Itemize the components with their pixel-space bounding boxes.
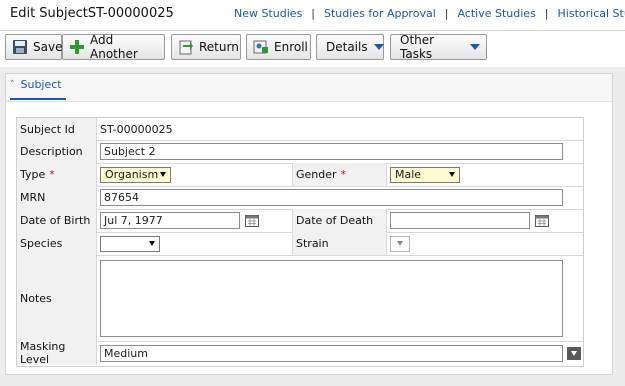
description-input[interactable]: Subject 2 xyxy=(100,143,563,160)
mrn-label: MRN xyxy=(17,186,97,209)
gender-cell: Male xyxy=(387,163,583,186)
add-another-label: Add Another xyxy=(90,33,138,61)
dob-cell: Jul 7, 1977 xyxy=(97,209,293,232)
form-row-masking: Masking Level Medium xyxy=(17,340,583,366)
dob-label: Date of Birth xyxy=(17,209,97,232)
calendar-icon[interactable] xyxy=(245,214,259,227)
tab-active-indicator xyxy=(10,98,66,100)
form-row-species-strain: Species Strain xyxy=(17,232,583,256)
add-icon xyxy=(69,39,85,55)
page-header: Edit SubjectST-00000025 New Studies | Stud… xyxy=(0,0,625,30)
page-title: Edit SubjectST-00000025 xyxy=(10,6,174,21)
subject-id-value: ST-00000025 xyxy=(100,122,173,136)
dropdown-caret-icon xyxy=(571,350,577,356)
type-label-cell: Type * xyxy=(17,163,97,186)
chevron-up-icon: ˄ xyxy=(10,79,15,90)
return-button[interactable]: Return xyxy=(171,34,241,60)
form-row-dates: Date of Birth Jul 7, 1977 Date of Death xyxy=(17,209,583,233)
tab-subject-label: Subject xyxy=(20,78,62,91)
other-tasks-dropdown[interactable]: Other Tasks xyxy=(390,33,487,61)
nav-historical-studies[interactable]: Historical Stud xyxy=(558,7,625,20)
dropdown-caret-icon xyxy=(149,241,155,246)
subject-form: Subject Id ST-00000025 Description Subje… xyxy=(16,117,584,367)
notes-label: Notes xyxy=(17,255,97,341)
details-label: Details xyxy=(326,40,368,54)
nav-separator: | xyxy=(311,7,316,20)
toolbar: Save Add Another Return Enroll Details O… xyxy=(0,31,625,67)
return-icon xyxy=(178,39,194,55)
species-select[interactable] xyxy=(100,235,160,252)
tab-subject[interactable]: ˄ Subject xyxy=(10,78,62,91)
dropdown-caret-icon xyxy=(449,172,455,177)
top-nav: New Studies | Studies for Approval | Active … xyxy=(234,7,625,20)
species-label: Species xyxy=(17,232,97,255)
strain-select[interactable] xyxy=(390,235,410,252)
mrn-input[interactable]: 87654 xyxy=(100,189,563,206)
dropdown-caret-icon xyxy=(470,44,480,50)
form-row-notes: Notes xyxy=(17,255,583,342)
nav-separator: | xyxy=(544,7,549,20)
notes-textarea[interactable] xyxy=(100,259,563,337)
nav-separator: | xyxy=(444,7,449,20)
masking-level-input[interactable]: Medium xyxy=(100,344,563,362)
details-dropdown[interactable]: Details xyxy=(316,34,384,60)
type-value: Organism xyxy=(105,168,159,181)
description-cell: Subject 2 xyxy=(97,140,583,163)
add-another-button[interactable]: Add Another xyxy=(62,33,165,61)
type-select[interactable]: Organism xyxy=(100,166,171,183)
form-row-description: Description Subject 2 xyxy=(17,140,583,164)
subject-id-cell: ST-00000025 xyxy=(97,118,583,140)
gender-value: Male xyxy=(395,168,422,181)
tab-strip: ˄ Subject xyxy=(6,74,612,102)
nav-new-studies[interactable]: New Studies xyxy=(234,7,302,20)
dropdown-caret-icon xyxy=(373,44,384,50)
form-row-subject-id: Subject Id ST-00000025 xyxy=(17,118,583,141)
form-row-type-gender: Type * Organism Gender * Male xyxy=(17,163,583,187)
return-label: Return xyxy=(199,40,239,54)
subject-id-label: Subject Id xyxy=(17,118,97,140)
dod-cell xyxy=(387,209,583,232)
required-marker: * xyxy=(49,168,55,181)
enroll-button[interactable]: Enroll xyxy=(246,34,311,60)
subject-panel: ˄ Subject Subject Id ST-00000025 Descrip… xyxy=(5,73,613,375)
masking-level-cell: Medium xyxy=(97,341,583,365)
dropdown-caret-icon xyxy=(397,241,403,246)
masking-level-label: Masking Level xyxy=(17,340,97,366)
required-marker: * xyxy=(340,168,347,181)
dod-input[interactable] xyxy=(390,212,530,229)
type-label: Type xyxy=(20,168,46,181)
other-tasks-label: Other Tasks xyxy=(400,33,435,61)
nav-studies-for-approval[interactable]: Studies for Approval xyxy=(324,7,436,20)
masking-dropdown-button[interactable] xyxy=(567,346,581,360)
description-label: Description xyxy=(17,140,97,163)
nav-active-studies[interactable]: Active Studies xyxy=(457,7,535,20)
save-label: Save xyxy=(33,40,63,54)
gender-select[interactable]: Male xyxy=(390,166,460,183)
type-cell: Organism xyxy=(97,163,293,186)
enroll-label: Enroll xyxy=(274,40,308,54)
calendar-icon[interactable] xyxy=(535,214,549,227)
enroll-icon xyxy=(253,39,269,55)
save-icon xyxy=(12,39,28,55)
dropdown-caret-icon xyxy=(160,172,166,177)
strain-label: Strain xyxy=(293,232,387,255)
gender-label: Gender xyxy=(296,168,337,181)
mrn-cell: 87654 xyxy=(97,186,583,209)
save-button[interactable]: Save xyxy=(5,34,62,60)
gender-label-cell: Gender * xyxy=(293,163,387,186)
dob-input[interactable]: Jul 7, 1977 xyxy=(100,212,240,229)
notes-cell xyxy=(97,255,583,341)
strain-cell xyxy=(387,232,583,255)
species-cell xyxy=(97,232,293,255)
form-row-mrn: MRN 87654 xyxy=(17,186,583,210)
dod-label: Date of Death xyxy=(293,209,387,232)
